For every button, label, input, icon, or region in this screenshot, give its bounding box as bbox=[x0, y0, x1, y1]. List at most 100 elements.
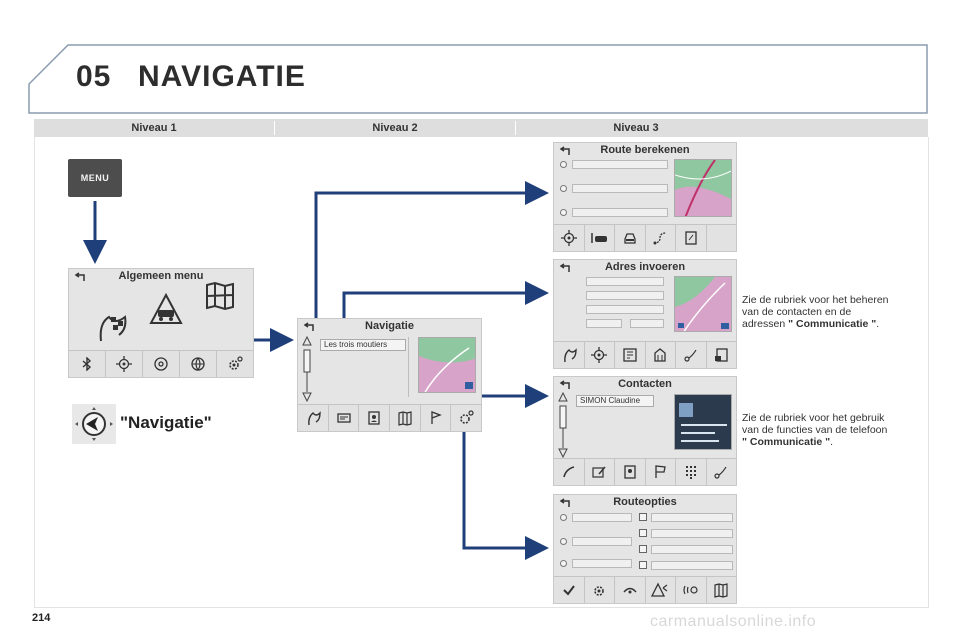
navigation-settings-button[interactable] bbox=[451, 405, 481, 431]
bluetooth-icon bbox=[82, 357, 92, 371]
fuel-button[interactable] bbox=[676, 225, 707, 251]
note-text: . bbox=[830, 436, 834, 448]
crosshair-icon bbox=[591, 347, 608, 363]
option-checkbox[interactable] bbox=[639, 545, 647, 553]
stop-guidance-button[interactable] bbox=[421, 405, 452, 431]
contact-details-button[interactable] bbox=[615, 459, 646, 485]
option-checkbox[interactable] bbox=[639, 561, 647, 569]
traffic-button[interactable] bbox=[585, 225, 615, 251]
gps-button[interactable] bbox=[676, 342, 707, 368]
map-icon bbox=[714, 583, 728, 598]
car-front-icon bbox=[624, 233, 636, 244]
call-button[interactable] bbox=[554, 459, 585, 485]
note-text: adressen bbox=[742, 318, 789, 330]
number-field[interactable] bbox=[586, 319, 622, 328]
radio-option[interactable] bbox=[560, 538, 567, 545]
locate-button[interactable] bbox=[554, 225, 585, 251]
option-checkbox[interactable] bbox=[639, 513, 647, 521]
contacts-screen: Contacten SIMON Claudine bbox=[553, 376, 737, 486]
map-button[interactable] bbox=[390, 405, 421, 431]
option-field bbox=[651, 513, 733, 522]
destination-flag-icon bbox=[563, 348, 577, 363]
radio-option[interactable] bbox=[560, 560, 567, 567]
gear-icon bbox=[460, 410, 474, 424]
traffic-info-icon[interactable] bbox=[149, 293, 183, 325]
toll-icon bbox=[623, 587, 637, 594]
navigate-button[interactable] bbox=[646, 459, 676, 485]
scrollbar[interactable] bbox=[302, 336, 312, 402]
edit-button[interactable] bbox=[585, 459, 615, 485]
route-button[interactable] bbox=[646, 225, 676, 251]
screen-title: Adres invoeren bbox=[604, 261, 686, 273]
note-line: van de contacten en de bbox=[742, 306, 852, 318]
media-button[interactable] bbox=[143, 351, 180, 377]
avoid-toll-button[interactable] bbox=[615, 577, 646, 603]
contact-card-icon bbox=[368, 411, 380, 425]
option-checkbox[interactable] bbox=[639, 529, 647, 537]
city-field[interactable] bbox=[586, 291, 664, 300]
destination-button[interactable] bbox=[298, 405, 329, 431]
note-line: " Communicatie ". bbox=[742, 436, 887, 448]
contacts-button[interactable] bbox=[359, 405, 391, 431]
document-icon bbox=[685, 231, 697, 245]
junction-field[interactable] bbox=[630, 319, 664, 328]
building-icon bbox=[654, 348, 666, 362]
poi-icon bbox=[623, 348, 637, 362]
globe-icon bbox=[191, 357, 205, 371]
option-field bbox=[651, 545, 733, 554]
radio-option[interactable] bbox=[560, 185, 567, 192]
general-menu-iconbar bbox=[69, 350, 253, 377]
note-text: . bbox=[876, 318, 880, 330]
keypad-button[interactable] bbox=[676, 459, 707, 485]
screen-title: Navigatie bbox=[365, 320, 414, 332]
map-button[interactable] bbox=[707, 577, 737, 603]
car-icon bbox=[591, 233, 608, 243]
page-number: 214 bbox=[32, 612, 51, 624]
navigation-key-icon bbox=[72, 404, 116, 444]
vehicle-button[interactable] bbox=[615, 225, 646, 251]
poi-button[interactable] bbox=[615, 342, 646, 368]
map-icon[interactable] bbox=[205, 281, 235, 311]
note-line: Zie de rubriek voor het gebruik bbox=[742, 412, 885, 424]
note-reference: " Communicatie " bbox=[788, 318, 877, 330]
destination-button[interactable] bbox=[554, 342, 585, 368]
contact-field[interactable]: SIMON Claudine bbox=[576, 395, 654, 407]
watermark: carmanualsonline.info bbox=[650, 613, 817, 630]
navigation-iconbar bbox=[298, 404, 481, 431]
navigation-button[interactable] bbox=[106, 351, 143, 377]
navigation-screen: Navigatie Les trois moutiers bbox=[297, 318, 482, 432]
gear-icon bbox=[594, 586, 605, 596]
map-preview bbox=[674, 276, 732, 332]
radio-option[interactable] bbox=[560, 161, 567, 168]
route-settings-button[interactable] bbox=[585, 577, 615, 603]
scrollbar[interactable] bbox=[558, 392, 568, 458]
country-field[interactable] bbox=[586, 277, 664, 286]
radio-option[interactable] bbox=[560, 209, 567, 216]
option-field bbox=[572, 537, 632, 546]
keypad-icon bbox=[685, 466, 696, 479]
address-entry-screen: Adres invoeren bbox=[553, 259, 737, 369]
checkered-flag-icon[interactable] bbox=[95, 309, 131, 345]
destination-field[interactable]: Les trois moutiers bbox=[320, 339, 406, 351]
menu-button[interactable]: MENU bbox=[68, 159, 122, 197]
route-calculation-screen: Route berekenen bbox=[553, 142, 737, 252]
radio-option[interactable] bbox=[560, 514, 567, 521]
avoid-zone-button[interactable] bbox=[646, 577, 676, 603]
journey-button[interactable] bbox=[329, 405, 360, 431]
save-address-button[interactable] bbox=[707, 342, 737, 368]
voice-guidance-button[interactable] bbox=[676, 577, 707, 603]
street-field[interactable] bbox=[586, 305, 664, 314]
option-field bbox=[572, 513, 632, 522]
bluetooth-phone-button[interactable] bbox=[69, 351, 106, 377]
city-centre-button[interactable] bbox=[646, 342, 676, 368]
empty-cell bbox=[707, 225, 737, 251]
locate-button[interactable] bbox=[585, 342, 615, 368]
route-point-icon bbox=[714, 466, 727, 479]
navigation-label: "Navigatie" bbox=[120, 413, 212, 432]
map-preview bbox=[674, 159, 732, 217]
contacts-note: Zie de rubriek voor het beheren van de c… bbox=[742, 294, 889, 330]
internet-button[interactable] bbox=[180, 351, 217, 377]
gps-button[interactable] bbox=[707, 459, 737, 485]
settings-button[interactable] bbox=[217, 351, 253, 377]
confirm-button[interactable] bbox=[554, 577, 585, 603]
